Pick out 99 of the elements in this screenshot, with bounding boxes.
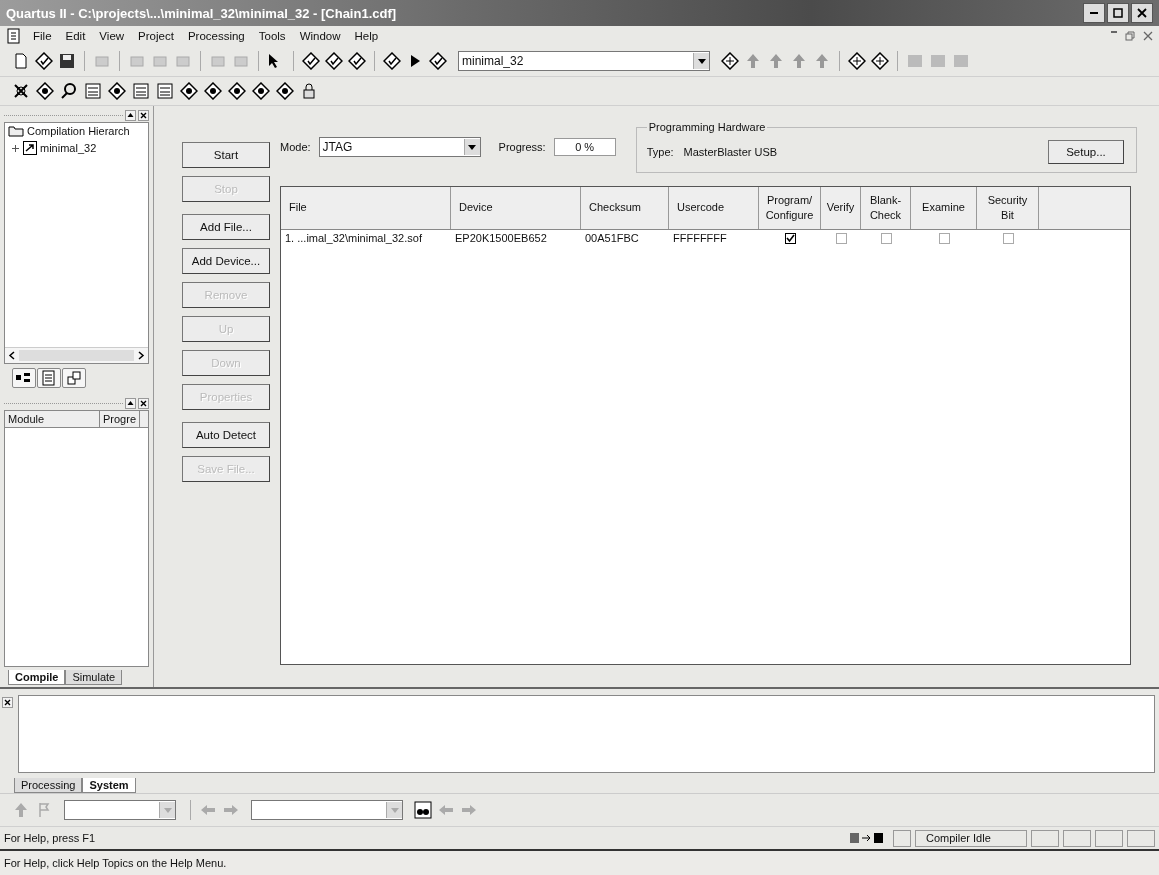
action-button[interactable]: Auto Detect bbox=[182, 422, 270, 448]
dropdown-arrow-icon bbox=[468, 144, 477, 150]
status-bar-panel bbox=[893, 829, 911, 847]
checkbox[interactable] bbox=[880, 232, 892, 244]
column-header[interactable]: Security Bit bbox=[977, 187, 1039, 229]
folder-icon bbox=[8, 125, 24, 137]
expand-toggle[interactable] bbox=[11, 143, 20, 153]
close-button[interactable] bbox=[138, 109, 149, 121]
column-header[interactable]: Usercode bbox=[669, 187, 759, 229]
diamond-tool-icon[interactable] bbox=[204, 82, 222, 100]
dock-button[interactable] bbox=[125, 109, 136, 121]
column-header[interactable]: Examine bbox=[911, 187, 977, 229]
cross-tool-icon[interactable] bbox=[12, 82, 30, 100]
hardware-type: MasterBlaster USB bbox=[683, 145, 779, 158]
menu-item[interactable]: Window bbox=[294, 29, 346, 43]
action-button[interactable]: Start bbox=[182, 142, 270, 168]
status-text: For Help, press F1 bbox=[4, 832, 97, 844]
table-cell-text: FFFFFFFF bbox=[672, 232, 728, 244]
close-icon bbox=[1137, 8, 1147, 18]
panel-tab[interactable]: Simulate bbox=[65, 670, 123, 685]
window-title: Quartus II - C:\projects\...\minimal_32\minimal_32 - [Chain1.cdf] bbox=[6, 5, 398, 21]
checkbox[interactable] bbox=[1002, 232, 1014, 244]
menu-item[interactable]: Edit bbox=[60, 29, 91, 43]
table-cell-text: EP20K1500EB652 bbox=[454, 232, 548, 244]
status-text: For Help, click Help Topics on the Help Menu. bbox=[4, 857, 227, 869]
compiler-status: Compiler Idle bbox=[915, 829, 1027, 847]
column-header[interactable]: Blank- Check bbox=[861, 187, 911, 229]
menu-item[interactable]: Processing bbox=[182, 29, 250, 43]
panel-tab[interactable]: Compile bbox=[8, 670, 66, 685]
new-file-icon[interactable] bbox=[12, 52, 30, 70]
message-tab[interactable]: System bbox=[82, 778, 136, 793]
close-icon[interactable] bbox=[1143, 31, 1153, 41]
design-units-view-icon[interactable] bbox=[62, 368, 86, 388]
maximize-icon bbox=[1113, 8, 1123, 18]
diamond-tool-icon[interactable] bbox=[180, 82, 198, 100]
minimize-icon bbox=[1090, 12, 1098, 14]
checkbox[interactable] bbox=[938, 232, 950, 244]
minimize-button[interactable] bbox=[1083, 3, 1105, 23]
diamond-tool-icon[interactable] bbox=[108, 82, 126, 100]
restore-icon[interactable] bbox=[1125, 31, 1135, 41]
table-cell-text: 1. ...imal_32\minimal_32.sof bbox=[284, 232, 423, 244]
menu-item[interactable]: Help bbox=[349, 29, 384, 43]
entity-icon bbox=[23, 141, 37, 155]
hierarchy-view-icon[interactable] bbox=[12, 368, 36, 388]
diamond-tool-icon[interactable] bbox=[36, 82, 54, 100]
column-header[interactable]: Checksum bbox=[581, 187, 669, 229]
mode-label: Mode: bbox=[280, 141, 311, 153]
column-header[interactable]: Verify bbox=[821, 187, 861, 229]
magnifier-tool-icon[interactable] bbox=[60, 82, 78, 100]
action-button[interactable]: Add File... bbox=[182, 214, 270, 240]
lock-tool-icon[interactable] bbox=[300, 82, 318, 100]
status-bar-panel bbox=[1063, 829, 1091, 847]
type-label: Type: bbox=[646, 145, 674, 158]
column-header[interactable]: Device bbox=[451, 187, 581, 229]
column-header[interactable]: File bbox=[281, 187, 451, 229]
menu-item[interactable]: View bbox=[94, 29, 130, 43]
group-title: Programming Hardware bbox=[647, 121, 767, 133]
tree-root[interactable]: Compilation Hierarch bbox=[27, 125, 130, 137]
column-header[interactable]: Program/ Configure bbox=[759, 187, 821, 229]
mode-select[interactable]: JTAG bbox=[318, 137, 481, 157]
action-button[interactable]: Add Device... bbox=[182, 248, 270, 274]
status-bar-panel bbox=[1031, 829, 1059, 847]
list-tool-icon[interactable] bbox=[156, 82, 174, 100]
block-tool-icon[interactable] bbox=[84, 82, 102, 100]
checkbox[interactable] bbox=[835, 232, 847, 244]
status-bar-panel bbox=[1095, 829, 1123, 847]
dock-button[interactable] bbox=[125, 397, 136, 409]
horizontal-scrollbar[interactable] bbox=[5, 347, 148, 363]
close-button[interactable] bbox=[138, 397, 149, 409]
files-view-icon[interactable] bbox=[37, 368, 61, 388]
menu-item[interactable]: Project bbox=[133, 29, 179, 43]
project-select[interactable]: minimal_32 bbox=[458, 51, 710, 71]
tree-item[interactable]: minimal_32 bbox=[40, 142, 97, 154]
message-search-select[interactable] bbox=[251, 800, 403, 820]
document-icon bbox=[6, 28, 22, 44]
status-bar-panel bbox=[1127, 829, 1155, 847]
close-button[interactable] bbox=[1131, 3, 1153, 23]
binoculars-icon[interactable] bbox=[414, 801, 432, 819]
dropdown-arrow-icon bbox=[390, 807, 399, 813]
diamond-tool-icon[interactable] bbox=[252, 82, 270, 100]
setup-button[interactable]: Setup... bbox=[1048, 139, 1124, 164]
save-icon[interactable] bbox=[58, 52, 76, 70]
maximize-button[interactable] bbox=[1107, 3, 1129, 23]
close-button[interactable] bbox=[2, 697, 13, 708]
diamond-tool-icon[interactable] bbox=[276, 82, 294, 100]
message-tab[interactable]: Processing bbox=[14, 778, 83, 793]
dropdown-arrow-icon bbox=[163, 807, 172, 813]
progress-value: 0 % bbox=[553, 138, 616, 156]
column-header[interactable]: Module bbox=[5, 411, 100, 427]
progress-label: Progress: bbox=[498, 141, 546, 153]
column-header[interactable]: Progre bbox=[100, 411, 141, 427]
menu-item[interactable]: Tools bbox=[253, 29, 291, 43]
dropdown-arrow-icon bbox=[697, 58, 706, 64]
diamond-tool-icon[interactable] bbox=[228, 82, 246, 100]
page-tool-icon[interactable] bbox=[132, 82, 150, 100]
table-cell-text: 00A51FBC bbox=[584, 232, 640, 244]
menu-item[interactable]: File bbox=[28, 29, 57, 43]
checkbox[interactable] bbox=[784, 232, 796, 244]
message-filter-select[interactable] bbox=[64, 800, 176, 820]
